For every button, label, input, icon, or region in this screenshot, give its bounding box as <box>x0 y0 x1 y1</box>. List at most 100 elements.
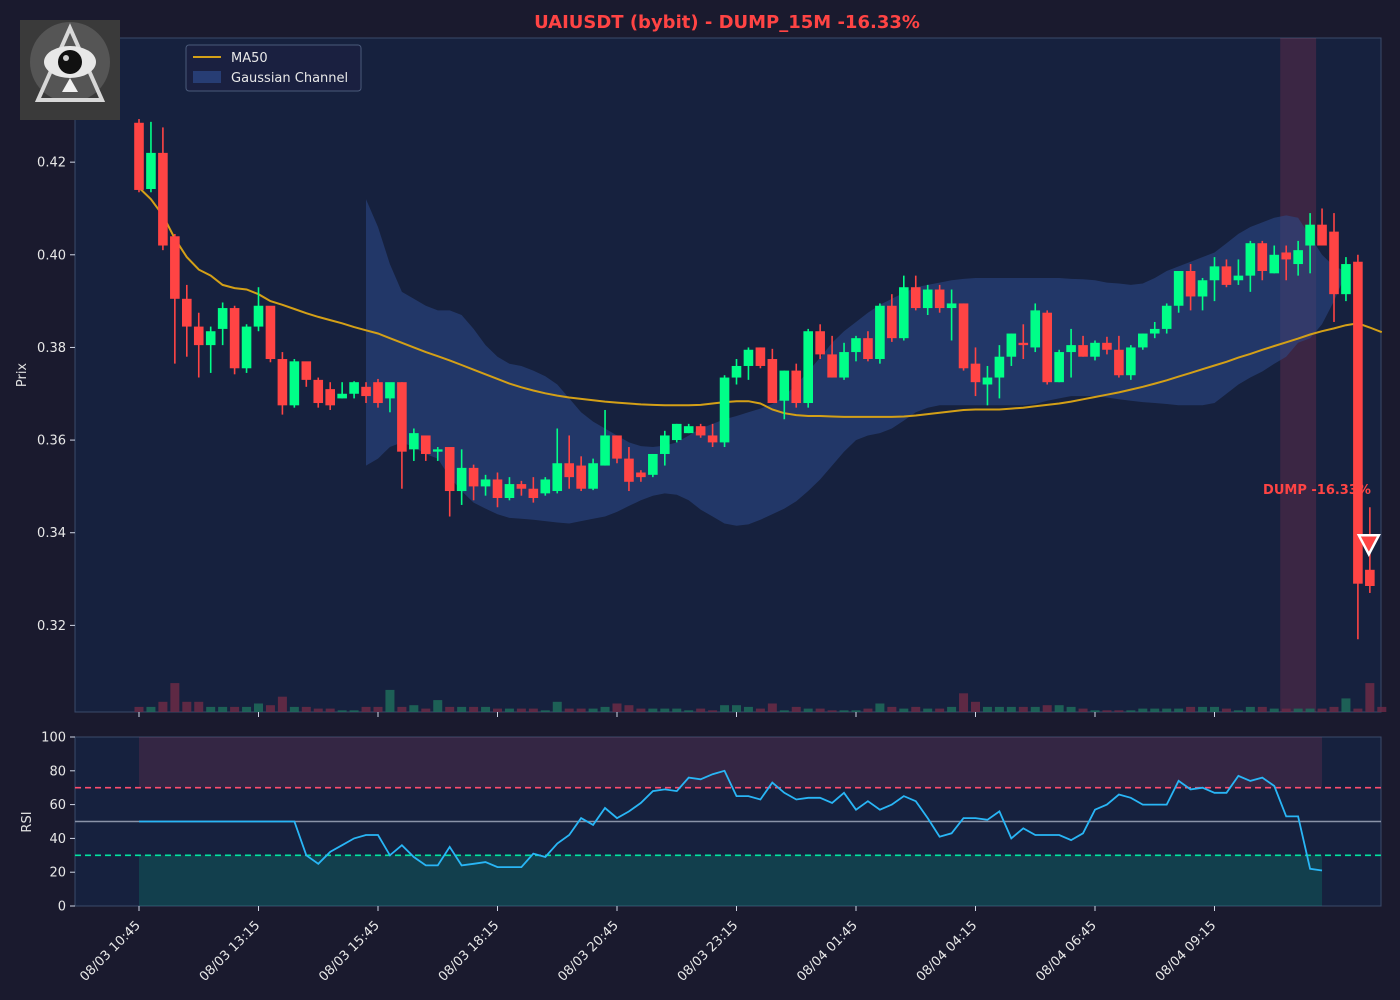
volume-bar <box>397 706 407 712</box>
volume-bar <box>684 710 694 712</box>
volume-bar <box>660 708 670 712</box>
volume-bar <box>982 706 992 712</box>
volume-bar <box>325 708 335 712</box>
volume-bar <box>672 708 682 712</box>
candle-body <box>564 463 574 478</box>
rsi-plot-area <box>75 737 1381 906</box>
volume-bar <box>1269 708 1279 712</box>
overbought-zone <box>139 737 1323 788</box>
candle-body <box>624 458 634 482</box>
volume-bar <box>959 693 969 712</box>
volume-bar <box>791 706 801 712</box>
volume-bar <box>421 708 431 712</box>
candle-body <box>432 449 443 452</box>
candle-body <box>1281 252 1291 260</box>
volume-bar <box>971 701 980 712</box>
candle-body <box>241 326 252 369</box>
candle-body <box>791 370 802 404</box>
volume-bar <box>301 706 311 712</box>
candle-body <box>767 359 778 404</box>
candle-body <box>887 305 897 339</box>
volume-bar <box>1221 708 1231 712</box>
candle-body <box>636 472 646 478</box>
candle-body <box>1197 280 1208 297</box>
volume-bar <box>277 696 287 712</box>
candle-body <box>409 433 419 450</box>
volume-bar <box>911 706 921 712</box>
volume-bar <box>516 708 526 712</box>
candle-body <box>1138 333 1148 348</box>
volume-bar <box>540 710 550 712</box>
candle-body <box>1341 264 1351 295</box>
candle-body <box>827 354 837 378</box>
candle-body <box>528 488 539 498</box>
volume-bar <box>433 700 443 712</box>
volume-bar <box>170 683 180 712</box>
price-tick-label: 0.42 <box>37 156 66 171</box>
candle-body <box>289 361 300 406</box>
candle-body <box>456 467 467 492</box>
volume-bar <box>1066 706 1076 712</box>
volume-bar <box>552 701 562 712</box>
volume-bar <box>445 706 455 712</box>
volume-bar <box>373 706 383 712</box>
candle-body <box>1245 243 1256 276</box>
volume-bar <box>1293 708 1303 712</box>
volume-bar <box>254 703 263 712</box>
volume-bar <box>182 701 192 712</box>
volume-bar <box>636 708 646 712</box>
candle-body <box>1209 266 1220 281</box>
volume-bar <box>481 706 491 712</box>
candle-body <box>492 479 503 498</box>
volume-bar <box>1090 710 1100 712</box>
volume-bar <box>899 708 909 712</box>
dump-annotation-label: DUMP -16.33% <box>1263 483 1371 498</box>
candle-body <box>899 287 909 339</box>
candle-body <box>910 287 921 309</box>
volume-bar <box>1174 708 1184 712</box>
volume-bar <box>624 705 634 712</box>
candle-body <box>683 426 694 434</box>
rsi-tick-label: 40 <box>49 832 66 847</box>
candle-body <box>588 463 598 489</box>
volume-bar <box>1078 708 1088 712</box>
volume-bar <box>1042 705 1052 712</box>
candle-body <box>444 447 455 492</box>
candle-body <box>1365 569 1375 587</box>
candle-body <box>134 122 144 190</box>
price-tick-label: 0.32 <box>37 619 66 634</box>
candle-body <box>516 484 527 489</box>
volume-bar <box>1305 708 1315 712</box>
candle-body <box>205 331 216 346</box>
volume-bar <box>1054 705 1064 712</box>
candle-body <box>182 298 192 327</box>
volume-bar <box>134 706 144 712</box>
volume-bar <box>720 705 730 712</box>
candle-body <box>158 152 168 246</box>
volume-bar <box>349 710 359 712</box>
volume-bar <box>457 706 467 712</box>
candle-body <box>779 370 790 401</box>
candle-body <box>1221 266 1232 285</box>
price-tick-label: 0.34 <box>37 526 66 541</box>
volume-bar <box>887 706 897 712</box>
volume-bar <box>1245 706 1255 712</box>
volume-bar <box>767 703 777 712</box>
candle-body <box>421 435 431 454</box>
volume-bar <box>755 708 765 712</box>
candle-body <box>648 453 658 475</box>
candle-body <box>612 435 622 459</box>
volume-bar <box>313 708 323 712</box>
candle-body <box>397 382 407 452</box>
volume-bar <box>851 710 861 712</box>
volume-bar <box>158 701 168 712</box>
volume-bar <box>994 706 1004 712</box>
volume-bar <box>827 710 837 712</box>
legend-ma-label: MA50 <box>231 51 268 66</box>
volume-bar <box>1126 710 1136 712</box>
candle-body <box>1269 254 1280 274</box>
candle-body <box>934 289 945 309</box>
volume-bar <box>875 703 885 712</box>
candle-body <box>349 382 359 394</box>
candle-body <box>253 305 264 327</box>
